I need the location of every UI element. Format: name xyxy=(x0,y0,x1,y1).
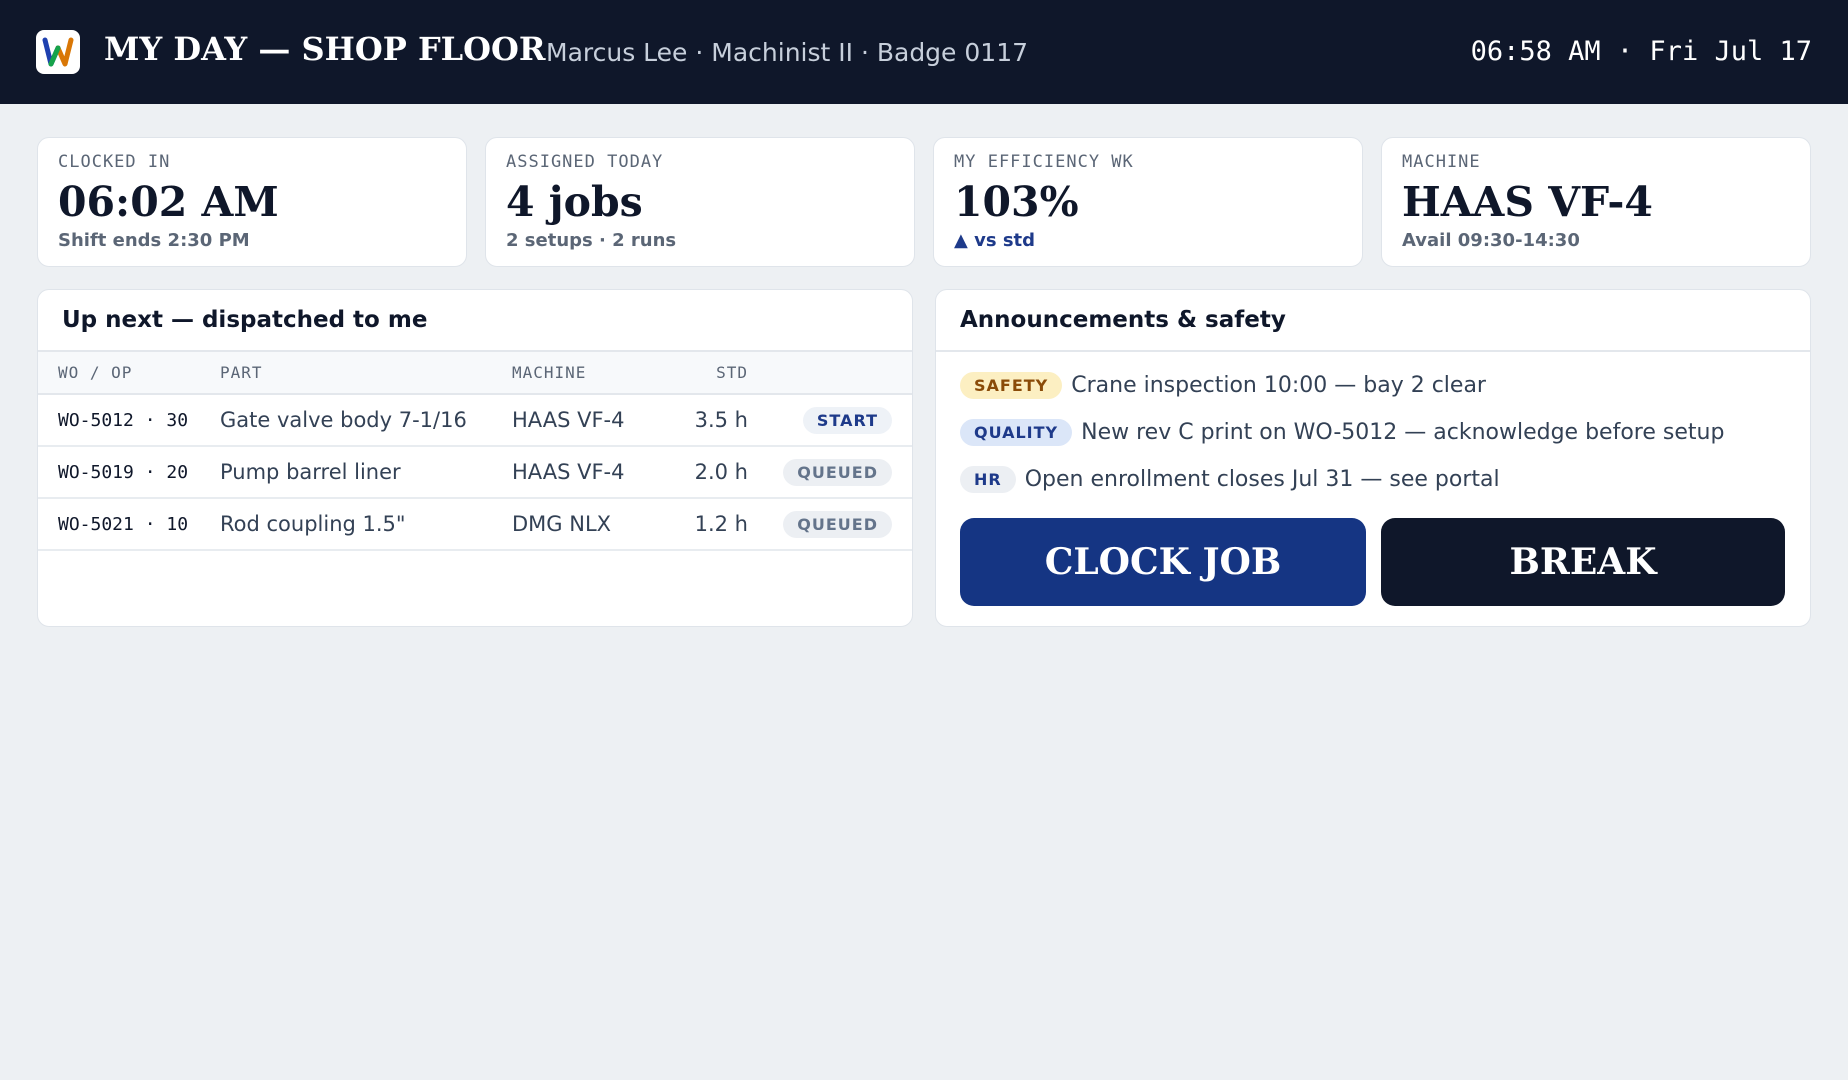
announcement-list: SAFETY Crane inspection 10:00 — bay 2 cl… xyxy=(936,372,1810,493)
announcement-text: Open enrollment closes Jul 31 — see port… xyxy=(1024,467,1500,492)
column-header: MACHINE xyxy=(512,352,662,395)
part-cell: Rod coupling 1.5" xyxy=(220,498,512,551)
panel-title: Up next — dispatched to me xyxy=(38,290,912,352)
machine-cell: DMG NLX xyxy=(512,498,662,551)
work-order-cell: WO-5012 · 30 xyxy=(38,394,220,447)
kpi-sub: ▲ vs std xyxy=(954,230,1036,251)
kpi-card-clocked-in: CLOCKED IN 06:02 AM Shift ends 2:30 PM xyxy=(37,137,467,267)
table-row[interactable]: WO-5021 · 10 Rod coupling 1.5" DMG NLX 1… xyxy=(38,498,912,551)
machine-cell: HAAS VF-4 xyxy=(512,394,662,447)
kpi-value: 06:02 AM xyxy=(58,178,279,226)
std-cell: 1.2 h xyxy=(662,498,748,551)
safety-tag: SAFETY xyxy=(960,372,1063,399)
kpi-sub: 2 setups · 2 runs xyxy=(506,230,677,251)
machine-cell: HAAS VF-4 xyxy=(512,446,662,499)
table-row[interactable]: WO-5019 · 20 Pump barrel liner HAAS VF-4… xyxy=(38,446,912,499)
logo-icon xyxy=(42,37,74,67)
kpi-label: CLOCKED IN xyxy=(58,152,171,172)
quality-tag: QUALITY xyxy=(960,419,1073,446)
kpi-value: 4 jobs xyxy=(506,178,643,226)
announcement-item: HR Open enrollment closes Jul 31 — see p… xyxy=(936,466,1810,493)
hr-tag: HR xyxy=(960,466,1016,493)
announcement-item[interactable]: QUALITY New rev C print on WO-5012 — ack… xyxy=(936,419,1810,446)
start-button[interactable]: START xyxy=(802,406,892,434)
announcements-panel: Announcements & safety SAFETY Crane insp… xyxy=(935,289,1811,627)
app-title: MY DAY — SHOP FLOOR xyxy=(104,30,546,68)
work-order-cell: WO-5021 · 10 xyxy=(38,498,220,551)
kpi-label: MACHINE xyxy=(1402,152,1481,172)
kpi-label: ASSIGNED TODAY xyxy=(506,152,664,172)
column-header: WO / OP xyxy=(38,352,220,395)
work-order-cell: WO-5019 · 20 xyxy=(38,446,220,499)
table-row[interactable]: WO-5012 · 30 Gate valve body 7-1/16 HAAS… xyxy=(38,394,912,447)
column-header: STD xyxy=(662,352,748,395)
panel-title: Announcements & safety xyxy=(936,290,1810,352)
kpi-card-machine: MACHINE HAAS VF-4 Avail 09:30-14:30 xyxy=(1381,137,1811,267)
current-time: 06:58 AM · Fri Jul 17 xyxy=(1470,36,1812,67)
kpi-card-assigned-today: ASSIGNED TODAY 4 jobs 2 setups · 2 runs xyxy=(485,137,915,267)
table-header-row: WO / OP PART MACHINE STD xyxy=(38,352,912,395)
queued-badge: QUEUED xyxy=(783,458,892,486)
std-cell: 2.0 h xyxy=(662,446,748,499)
announcement-item: SAFETY Crane inspection 10:00 — bay 2 cl… xyxy=(936,372,1810,399)
kpi-label: MY EFFICIENCY WK xyxy=(954,152,1134,172)
up-next-panel: Up next — dispatched to me WO / OP PART … xyxy=(37,289,913,627)
column-header xyxy=(748,352,912,395)
column-header: PART xyxy=(220,352,512,395)
std-cell: 3.5 h xyxy=(662,394,748,447)
kpi-sub: Avail 09:30-14:30 xyxy=(1402,230,1580,251)
kpi-value: 103% xyxy=(954,178,1079,226)
break-button[interactable]: BREAK xyxy=(1381,518,1785,606)
jobs-table: WO / OP PART MACHINE STD WO-5012 · 30 Ga… xyxy=(38,352,912,551)
announcement-text: Crane inspection 10:00 — bay 2 clear xyxy=(1071,373,1486,398)
announcement-text: New rev C print on WO-5012 — acknowledge… xyxy=(1081,420,1725,445)
part-cell: Pump barrel liner xyxy=(220,446,512,499)
part-cell: Gate valve body 7-1/16 xyxy=(220,394,512,447)
queued-badge: QUEUED xyxy=(783,510,892,538)
app-logo xyxy=(36,30,80,74)
user-info: Marcus Lee · Machinist II · Badge 0117 xyxy=(546,38,1029,67)
kpi-card-efficiency: MY EFFICIENCY WK 103% ▲ vs std xyxy=(933,137,1363,267)
clock-job-button[interactable]: CLOCK JOB xyxy=(960,518,1366,606)
top-bar: MY DAY — SHOP FLOOR Marcus Lee · Machini… xyxy=(0,0,1848,104)
kpi-value: HAAS VF-4 xyxy=(1402,178,1653,226)
kpi-sub: Shift ends 2:30 PM xyxy=(58,230,250,251)
